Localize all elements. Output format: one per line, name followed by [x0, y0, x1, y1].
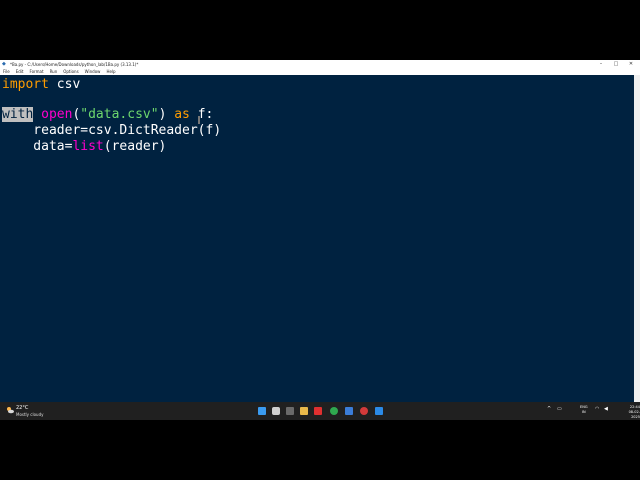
taskbar: 22°C Mostly cloudy ^ ▭ ENG IN ◠ ◀ 22:44 08…: [0, 402, 640, 420]
tray-chevron-icon[interactable]: ^: [547, 406, 551, 412]
keyword-as: as: [174, 107, 190, 122]
clock-time: 22:44: [629, 405, 640, 409]
search-icon[interactable]: [272, 407, 280, 415]
vertical-scrollbar[interactable]: [634, 75, 640, 414]
code-editor[interactable]: import csv with open("data.csv") as f: r…: [0, 75, 634, 414]
network-icon[interactable]: ▭: [557, 406, 562, 412]
idle-editor-window: ◆ *Ba.py - C:/Users/Home/Downloads/pytho…: [0, 60, 640, 420]
app-icon[interactable]: [360, 407, 368, 415]
module-csv: csv: [48, 77, 81, 92]
language-line-1: ENG: [580, 405, 588, 409]
volume-icon[interactable]: ◀: [604, 406, 608, 412]
keyword-with-selected: with: [2, 107, 34, 122]
menu-edit[interactable]: Edit: [16, 69, 24, 74]
code-line-3: reader=csv.DictReader(f): [2, 123, 222, 138]
code-line-4: data=list(reader): [2, 139, 166, 155]
builtin-open: open: [41, 107, 73, 122]
language-indicator[interactable]: ENG IN: [580, 405, 588, 415]
minimize-button[interactable]: –: [594, 60, 608, 68]
code-line-1: import csv: [2, 77, 80, 93]
maximize-button[interactable]: □: [609, 60, 623, 68]
windows-start-icon[interactable]: [258, 407, 266, 415]
file-explorer-icon[interactable]: [300, 407, 308, 415]
builtin-list: list: [72, 139, 104, 154]
wifi-icon[interactable]: ◠: [595, 406, 599, 412]
assign-data: data=: [2, 139, 73, 154]
alias-f: f:: [189, 107, 214, 122]
keyword-import: import: [2, 77, 49, 92]
weather-description[interactable]: Mostly cloudy: [16, 412, 44, 417]
title-bar: ◆ *Ba.py - C:/Users/Home/Downloads/pytho…: [0, 60, 640, 68]
vscode-icon[interactable]: [375, 407, 383, 415]
list-arg: (reader): [103, 139, 167, 154]
language-line-2: IN: [581, 410, 586, 414]
menu-bar: File Edit Format Run Options Window Help: [0, 68, 640, 75]
chrome-icon[interactable]: [330, 407, 338, 415]
window-title: *Ba.py - C:/Users/Home/Downloads/python_…: [10, 61, 139, 67]
youtube-icon[interactable]: [314, 407, 322, 415]
weather-temperature[interactable]: 22°C: [16, 405, 28, 411]
weather-cloud-icon[interactable]: [6, 406, 14, 414]
code-line-2: with open("data.csv") as f:: [2, 107, 213, 123]
menu-format[interactable]: Format: [29, 69, 43, 74]
clock-date: 08-02-2025: [628, 410, 640, 419]
menu-options[interactable]: Options: [63, 69, 78, 74]
menu-run[interactable]: Run: [50, 69, 58, 74]
clock[interactable]: 22:44 08-02-2025: [620, 405, 640, 420]
python-app-icon: ◆: [2, 60, 6, 67]
python-idle-icon[interactable]: [345, 407, 353, 415]
task-view-icon[interactable]: [286, 407, 294, 415]
mouse-cursor: [198, 116, 200, 124]
menu-window[interactable]: Window: [85, 69, 101, 74]
paren-close: ): [158, 107, 175, 122]
menu-file[interactable]: File: [3, 69, 10, 74]
close-button[interactable]: ✕: [624, 60, 638, 68]
menu-help[interactable]: Help: [106, 69, 115, 74]
string-filename: "data.csv": [80, 107, 159, 122]
